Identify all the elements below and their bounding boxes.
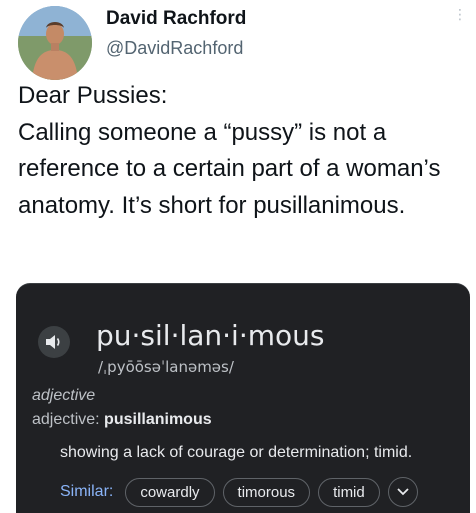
- pos-word: pusillanimous: [104, 411, 212, 428]
- display-name[interactable]: David Rachford: [106, 8, 246, 30]
- tweet-text: Dear Pussies: Calling someone a “pussy” …: [18, 78, 468, 224]
- similar-chip-timid[interactable]: timid: [318, 477, 380, 507]
- chevron-down-icon[interactable]: [387, 477, 418, 507]
- similar-words-row: Similar: cowardly timorous timid: [60, 477, 418, 507]
- phonetic-spelling: /ˌpyōōsəˈlanəməs/: [98, 358, 234, 376]
- tweet-text-line: Dear Pussies:: [18, 82, 168, 109]
- tweet-text-line: Calling someone a “pussy” is not a refer…: [18, 118, 441, 219]
- dictionary-card: pu·sil·lan·i·mous /ˌpyōōsəˈlanəməs/ adje…: [16, 283, 470, 513]
- speaker-icon[interactable]: [38, 326, 70, 358]
- similar-chip-timorous[interactable]: timorous: [222, 477, 311, 507]
- dictionary-word: pu·sil·lan·i·mous: [96, 319, 325, 352]
- user-handle[interactable]: @DavidRachford: [106, 38, 243, 59]
- avatar[interactable]: [18, 6, 92, 80]
- definition-text: showing a lack of courage or determinati…: [60, 444, 413, 461]
- tweet-card: David Rachford @DavidRachford ⋮ Dear Pus…: [0, 0, 476, 513]
- similar-chip-cowardly[interactable]: cowardly: [125, 477, 215, 507]
- part-of-speech-line: adjective: pusillanimous: [32, 411, 212, 429]
- part-of-speech: adjective: [32, 387, 96, 404]
- pos-prefix: adjective:: [32, 411, 105, 428]
- more-dots-icon[interactable]: ⋮: [453, 6, 468, 23]
- similar-label: Similar:: [60, 483, 114, 500]
